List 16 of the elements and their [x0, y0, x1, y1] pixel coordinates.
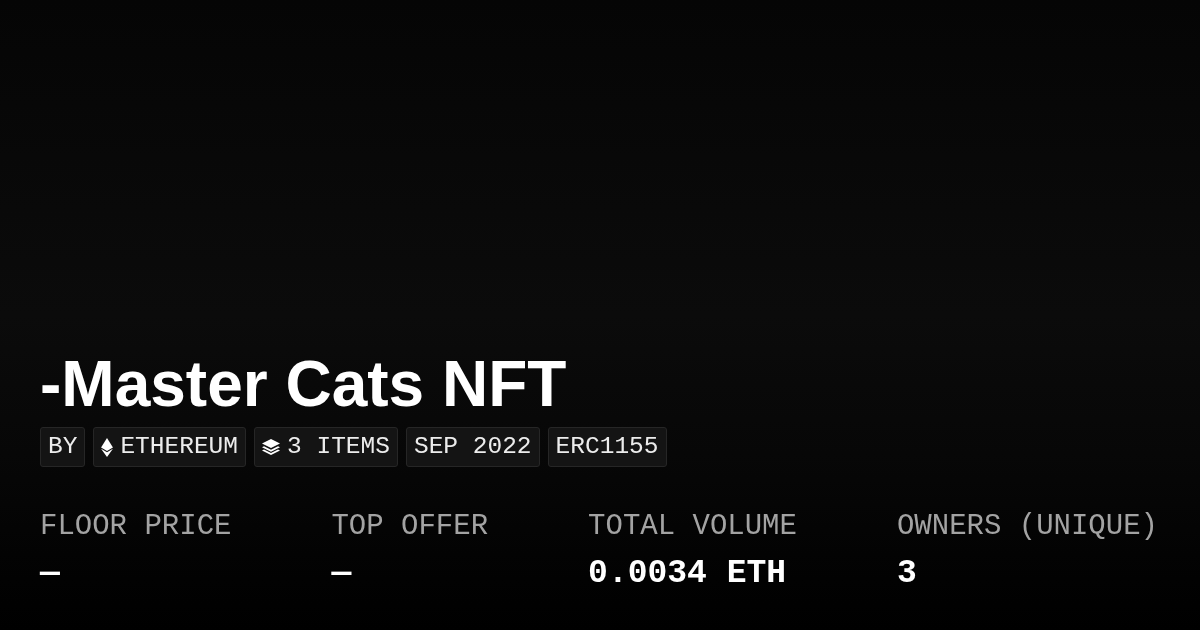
- stat-value: —: [40, 557, 60, 590]
- stat-label: TOTAL VOLUME: [588, 512, 797, 541]
- collection-title: -Master Cats NFT: [40, 352, 567, 416]
- stat-value: 3: [896, 557, 917, 590]
- tag-label: SEP 2022: [413, 431, 532, 462]
- tag-label: 3 ITEMS: [287, 431, 390, 462]
- tag-label: BY: [48, 431, 78, 462]
- layers-icon: [262, 439, 281, 455]
- stat-value: 0.0034 ETH: [588, 557, 787, 590]
- stat-value: —: [331, 557, 352, 590]
- tag-label: ETHEREUM: [120, 431, 239, 462]
- stat-label: TOP OFFER: [331, 512, 489, 541]
- stat-label: OWNERS (UNIQUE): [896, 512, 1158, 541]
- tag-label: ERC1155: [555, 431, 659, 462]
- stat-label: FLOOR PRICE: [40, 512, 232, 541]
- diamond-icon: [101, 437, 114, 457]
